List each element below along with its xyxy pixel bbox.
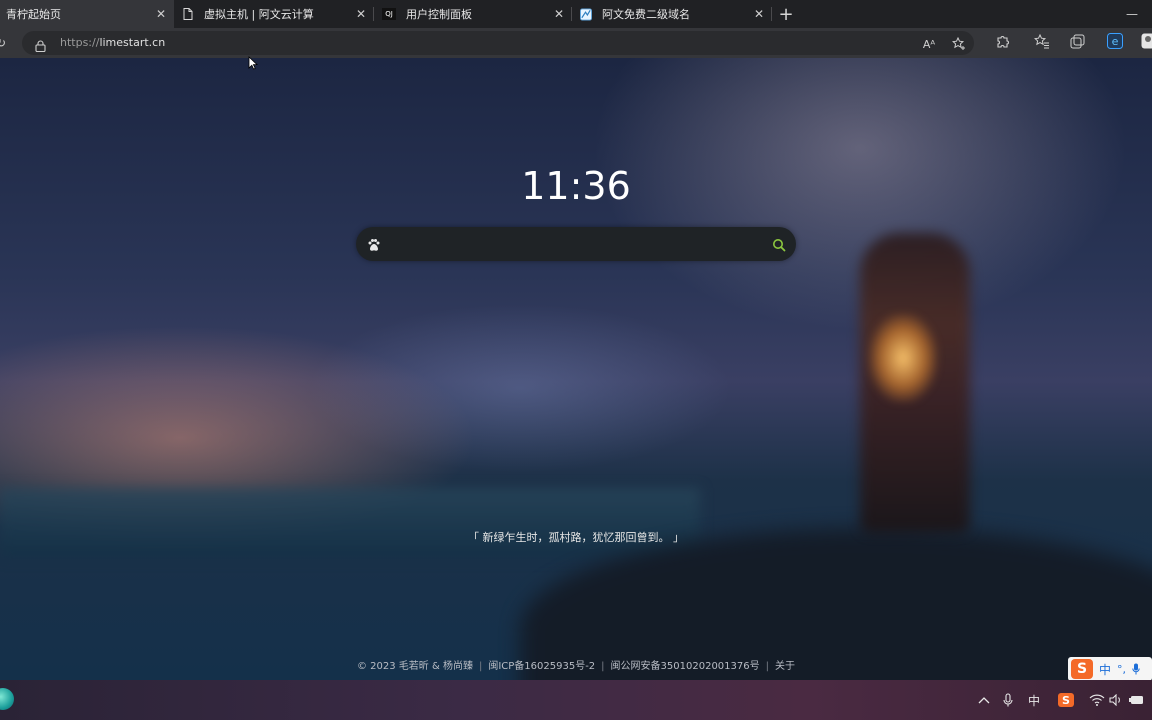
footer-divider: | — [765, 661, 769, 672]
profile-icon[interactable] — [1140, 33, 1152, 49]
new-tab-button[interactable]: + — [772, 0, 800, 28]
taskbar: 中 S — [0, 680, 1152, 720]
search-box — [356, 227, 796, 261]
about-link[interactable]: 关于 — [775, 661, 795, 672]
lighthouse-light — [868, 313, 938, 403]
toolbar: ↻ https://limestart.cn Aᴬ e — [0, 28, 1152, 58]
tab-title: 用户控制面板 — [406, 8, 472, 21]
svg-text:S: S — [1062, 694, 1070, 707]
police-record-link[interactable]: 闽公网安备35010202001376号 — [611, 661, 760, 672]
tab-title: 青柠起始页 — [6, 8, 61, 21]
add-favorite-icon[interactable] — [952, 37, 966, 51]
tab-title: 虚拟主机 | 阿文云计算 — [204, 8, 314, 21]
icp-link[interactable]: 闽ICP备16025935号-2 — [488, 661, 595, 672]
sogou-tray-icon[interactable]: S — [1057, 692, 1075, 708]
url-text[interactable]: https://limestart.cn — [60, 36, 165, 49]
search-icon[interactable] — [772, 237, 786, 252]
url-protocol: https:// — [60, 36, 100, 49]
read-aloud-icon[interactable]: Aᴬ — [922, 37, 936, 51]
ime-punctuation[interactable]: °, — [1117, 663, 1126, 676]
qj-icon: QJ — [382, 8, 396, 20]
collections-icon[interactable] — [1070, 33, 1086, 49]
footer-divider: | — [478, 661, 483, 672]
microphone-icon[interactable] — [1000, 692, 1016, 708]
baidu-paw-icon[interactable] — [367, 237, 381, 251]
wifi-icon[interactable] — [1088, 692, 1106, 708]
minimize-icon[interactable]: — — [1112, 0, 1152, 28]
favorites-icon[interactable] — [1034, 33, 1050, 49]
battery-icon[interactable] — [1128, 692, 1146, 708]
footer: © 2023 毛若昕 & 杨尚臻 | 闽ICP备16025935号-2 | 闽公网安备3… — [0, 657, 1152, 672]
edge-icon[interactable]: e — [1107, 33, 1123, 49]
volume-icon[interactable] — [1108, 692, 1124, 708]
sogou-logo-icon: S — [1071, 659, 1093, 679]
page-icon — [182, 8, 194, 20]
ime-toolbar[interactable]: S 中 °, — [1068, 657, 1152, 681]
footer-divider: | — [601, 661, 605, 672]
lock-icon[interactable] — [35, 37, 47, 53]
sea-horizon — [0, 488, 700, 558]
search-input[interactable] — [390, 233, 760, 255]
site-icon — [580, 8, 592, 20]
close-icon[interactable]: ✕ — [154, 7, 168, 21]
mouse-cursor-icon — [248, 56, 258, 70]
tab-virtual-host[interactable]: 虚拟主机 | 阿文云计算 ✕ — [174, 0, 374, 28]
copyright-text: © 2023 毛若昕 & 杨尚臻 — [356, 661, 473, 672]
tab-free-domain[interactable]: 阿文免费二级域名 ✕ — [572, 0, 772, 28]
clock: 11:36 — [521, 164, 631, 208]
ime-mode[interactable]: 中 — [1099, 661, 1111, 678]
ime-mode-indicator[interactable]: 中 — [1025, 692, 1043, 708]
daily-quote: 「 新绿乍生时，孤村路，犹忆那回曾到。 」 — [468, 531, 684, 544]
refresh-icon[interactable]: ↻ — [0, 36, 8, 50]
microphone-icon[interactable] — [1132, 663, 1140, 675]
tab-title: 阿文免费二级域名 — [602, 8, 690, 21]
close-icon[interactable]: ✕ — [354, 7, 368, 21]
browser-app-icon[interactable] — [0, 688, 14, 710]
close-icon[interactable]: ✕ — [752, 7, 766, 21]
start-page-background: 11:36 「 新绿乍生时，孤村路，犹忆那回曾到。 」 © 2023 毛若昕 &… — [0, 58, 1152, 680]
window-controls: — — [1112, 0, 1152, 28]
address-bar[interactable]: https://limestart.cn Aᴬ — [22, 31, 974, 55]
tab-limestart[interactable]: 青柠起始页 ✕ — [0, 0, 174, 28]
close-icon[interactable]: ✕ — [552, 7, 566, 21]
chevron-up-icon[interactable] — [976, 692, 992, 708]
extensions-icon[interactable] — [994, 33, 1010, 49]
url-host: limestart.cn — [99, 36, 166, 49]
tab-divider — [771, 7, 772, 21]
svg-text:e: e — [1112, 35, 1119, 48]
tab-user-panel[interactable]: QJ 用户控制面板 ✕ — [374, 0, 572, 28]
tab-strip: 青柠起始页 ✕ 虚拟主机 | 阿文云计算 ✕ QJ 用户控制面板 ✕ 阿文免费二… — [0, 0, 1152, 28]
